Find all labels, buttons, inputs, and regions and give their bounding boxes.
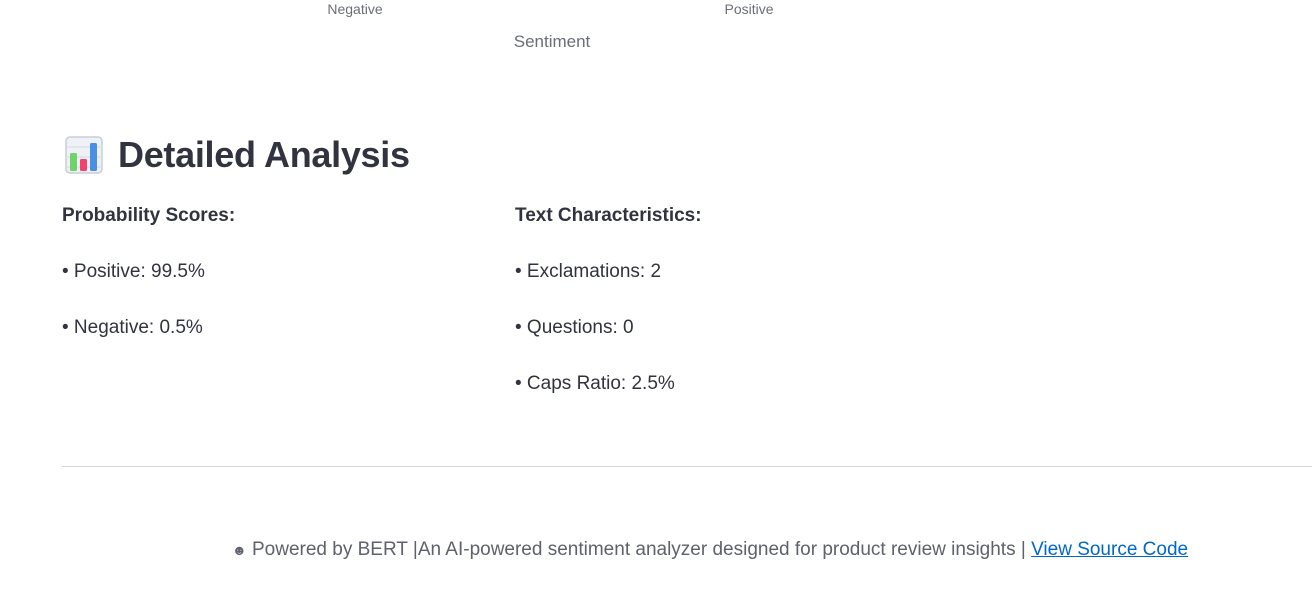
bar-chart-icon (65, 136, 103, 174)
page: Negative Positive Sentiment Detailed Ana… (0, 0, 1312, 589)
list-item: • Negative: 0.5% (62, 317, 203, 338)
section-title: Detailed Analysis (118, 134, 410, 175)
list-item: • Exclamations: 2 (515, 261, 662, 282)
view-source-link[interactable]: View Source Code (1031, 536, 1188, 564)
probability-list: • Positive: 99.5% • Negative: 0.5% (62, 256, 482, 344)
footer: ☻ Powered by BERT |An AI-powered sentime… (232, 536, 1188, 564)
list-item: • Questions: 0 (515, 317, 634, 338)
text-characteristics-column: Text Characteristics: • Exclamations: 2 … (515, 200, 935, 400)
x-axis-title: Sentiment (513, 32, 591, 51)
robot-icon: ☻ (232, 542, 247, 558)
section-heading: Detailed Analysis (64, 130, 410, 180)
probability-scores-column: Probability Scores: • Positive: 99.5% • … (62, 200, 482, 344)
divider (62, 466, 1312, 467)
x-tick-label-negative: Negative (327, 1, 383, 17)
footer-text: Powered by BERT |An AI-powered sentiment… (252, 539, 1032, 560)
list-item: • Caps Ratio: 2.5% (515, 373, 675, 394)
text-characteristics-title: Text Characteristics: (515, 205, 702, 226)
probability-scores-title: Probability Scores: (62, 205, 236, 226)
characteristics-list: • Exclamations: 2 • Questions: 0 • Caps … (515, 256, 935, 400)
list-item: • Positive: 99.5% (62, 261, 205, 282)
x-tick-label-positive: Positive (724, 1, 774, 17)
